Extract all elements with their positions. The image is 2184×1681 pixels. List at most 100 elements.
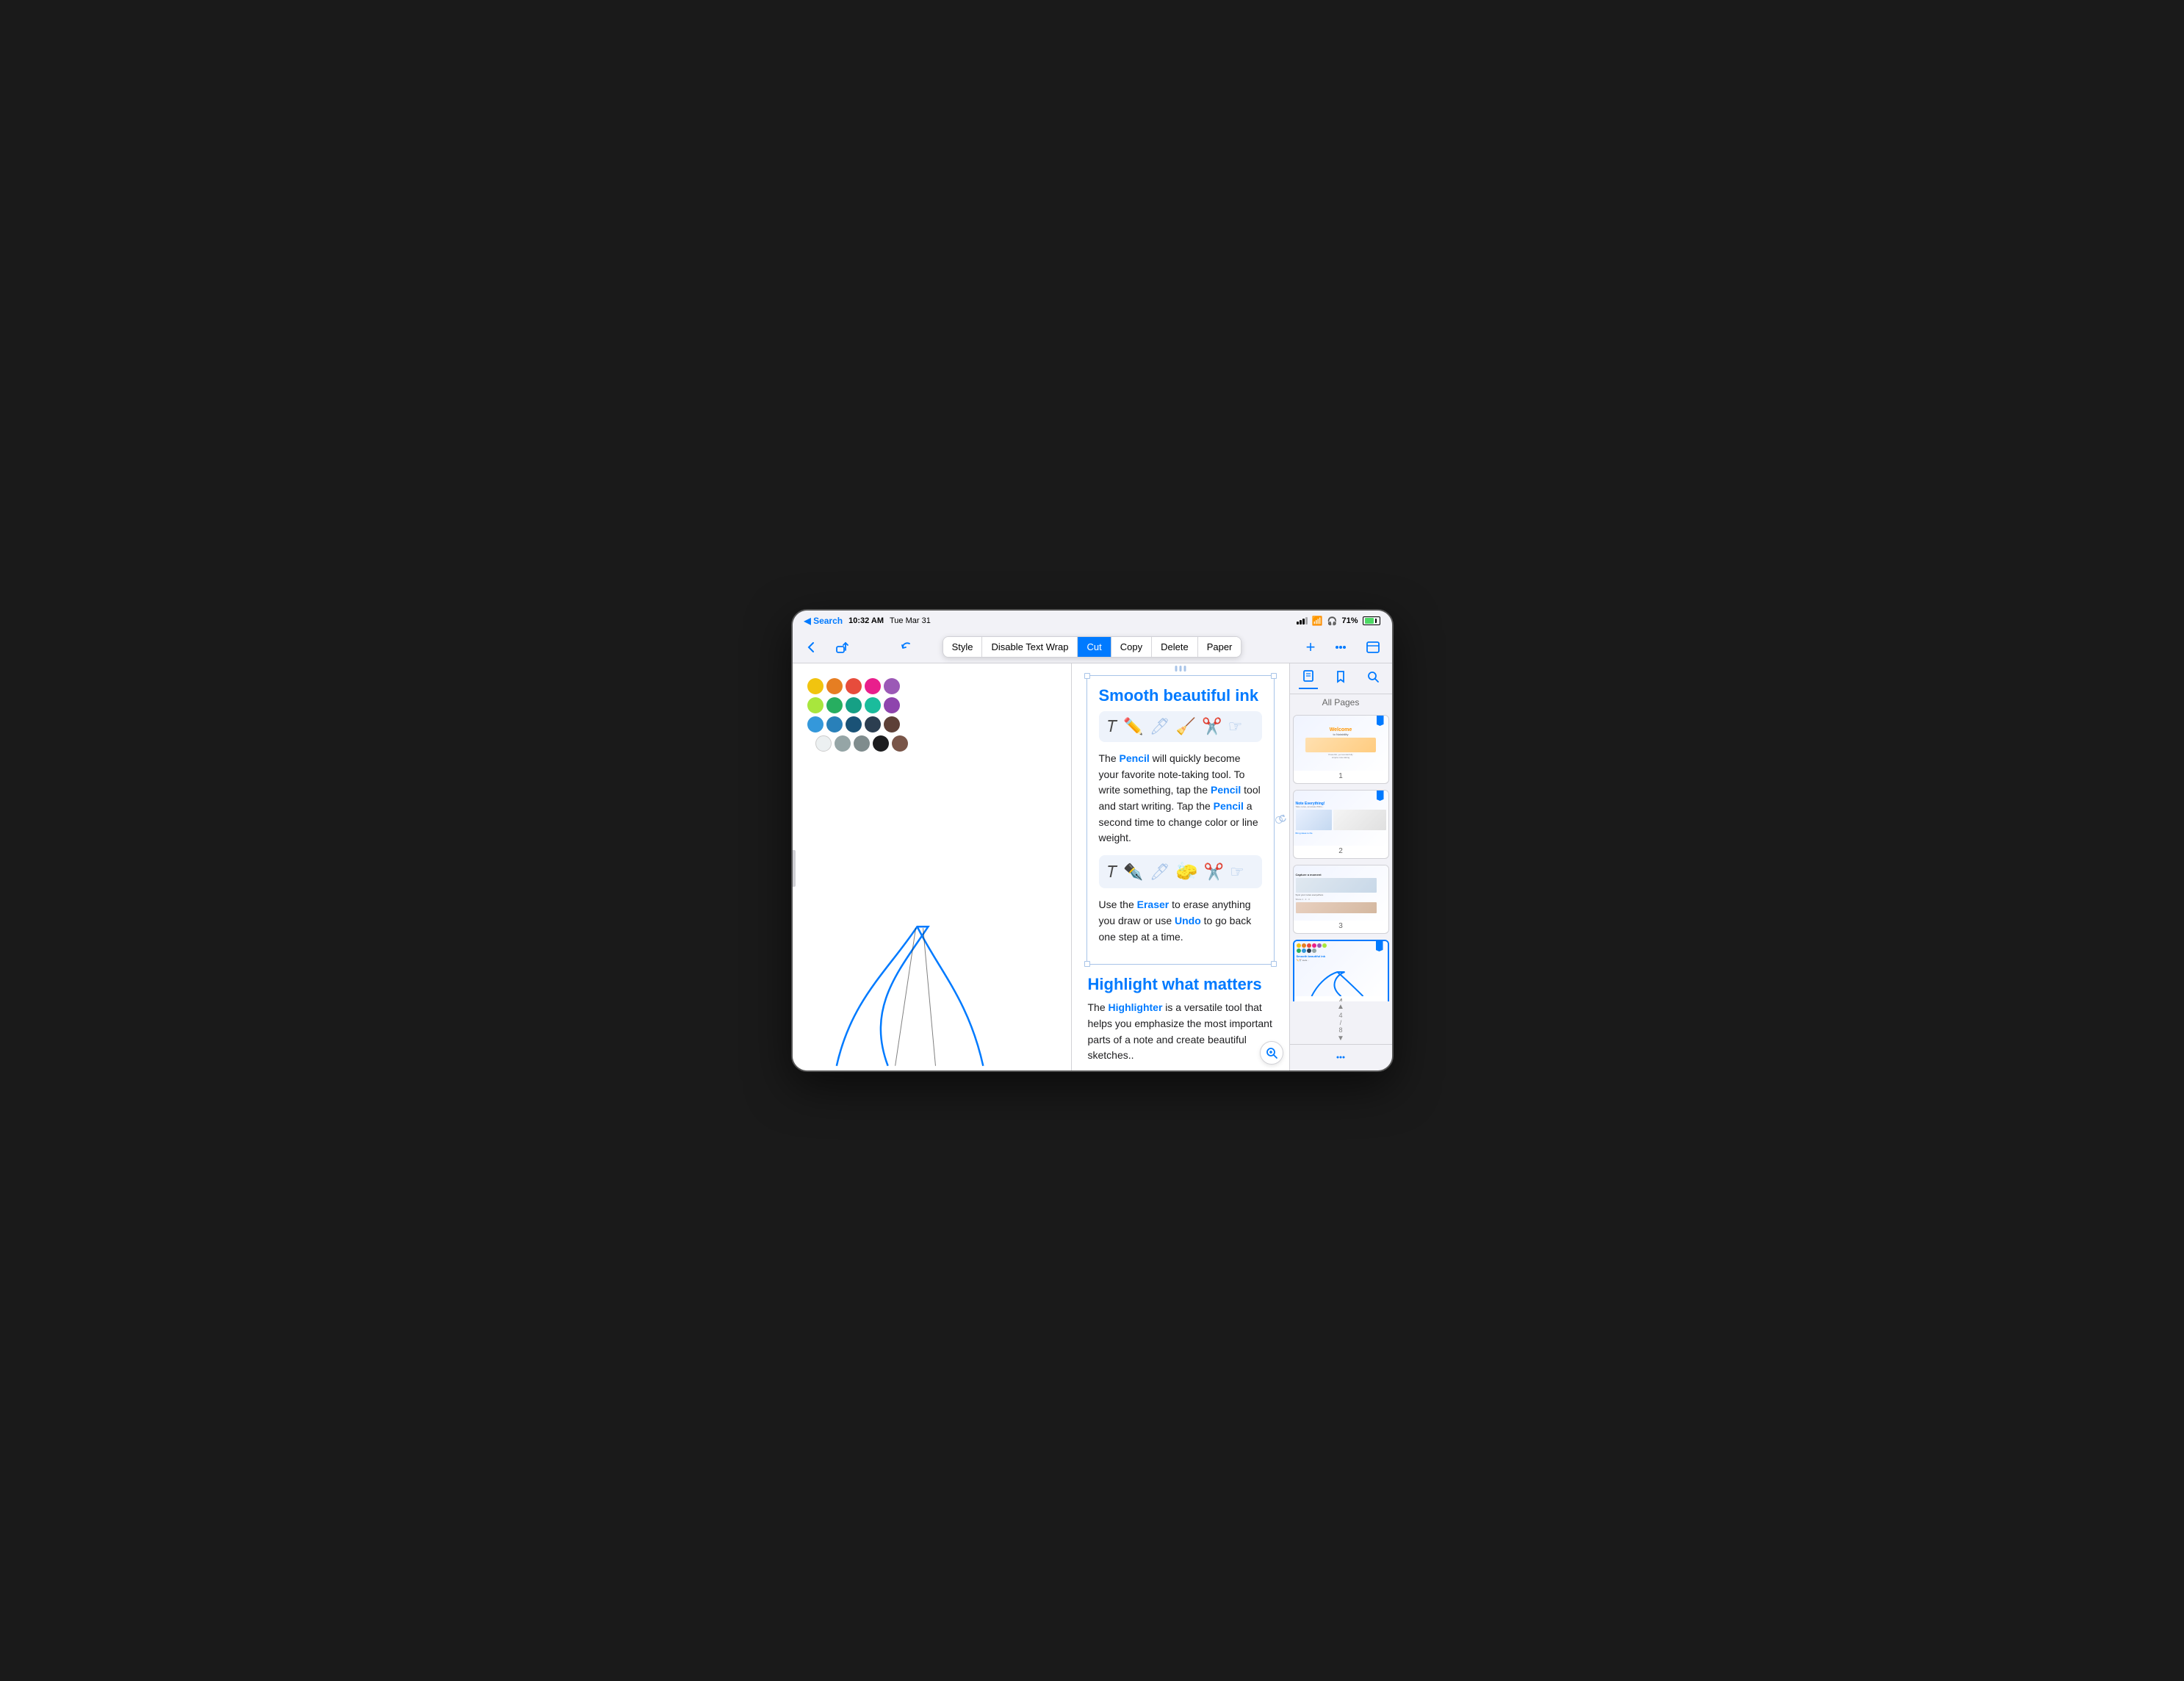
share-button[interactable]: [832, 638, 851, 657]
bookmark-1: [1377, 716, 1384, 726]
drawing-area: [793, 663, 1072, 1072]
undo-link[interactable]: Undo: [1175, 915, 1201, 926]
handle-bl: [1084, 961, 1090, 967]
thumb-img-2: Note Everything! Take notes, annotate PD…: [1294, 791, 1388, 846]
headphone-icon: 🎧: [1327, 616, 1338, 626]
page-thumb-3[interactable]: Capture a moment Sync your notes everywh…: [1293, 865, 1389, 934]
toolbar-left: [801, 638, 916, 657]
sidebar-toolbar: [1290, 663, 1392, 694]
eraser-link[interactable]: Eraser: [1137, 899, 1170, 910]
context-style[interactable]: Style: [943, 637, 983, 657]
status-bar: ◀ Search 10:32 AM Tue Mar 31 📶 🎧 71%: [793, 611, 1392, 631]
sidebar: All Pages Welcome to Notability Powerful…: [1289, 663, 1392, 1072]
context-disable-text-wrap[interactable]: Disable Text Wrap: [983, 637, 1078, 657]
page-thumb-2[interactable]: Note Everything! Take notes, annotate PD…: [1293, 790, 1389, 859]
context-paper[interactable]: Paper: [1198, 637, 1241, 657]
pencil-link-3[interactable]: Pencil: [1214, 800, 1244, 812]
color-gray[interactable]: [854, 735, 870, 752]
handle-br: [1271, 961, 1277, 967]
color-light-gray[interactable]: [835, 735, 851, 752]
curve-drawing: [793, 912, 1071, 1072]
sidebar-bookmark-icon[interactable]: [1331, 668, 1350, 689]
color-lightblue[interactable]: [807, 716, 823, 732]
battery-percent: 71%: [1341, 616, 1358, 625]
color-navy[interactable]: [846, 716, 862, 732]
color-palette: [807, 678, 925, 755]
pencil-link-1[interactable]: Pencil: [1120, 752, 1150, 764]
highlighter-link[interactable]: Highlighter: [1109, 1001, 1163, 1013]
back-nav[interactable]: ◀ Search: [804, 616, 843, 626]
color-dark[interactable]: [865, 716, 881, 732]
page-thumb-1[interactable]: Welcome to Notability Powerful, yet wond…: [1293, 715, 1389, 784]
page-thumb-4[interactable]: Smooth beautiful ink ✏️✂️ tools... 4: [1293, 940, 1389, 1001]
section1-eraser-body: Use the Eraser to erase anything you dra…: [1099, 897, 1262, 945]
color-tan[interactable]: [892, 735, 908, 752]
section1-title: Smooth beautiful ink: [1099, 686, 1262, 705]
sidebar-pages-icon[interactable]: [1299, 668, 1318, 689]
color-red[interactable]: [846, 678, 862, 694]
scroll-up-arrow[interactable]: ▲: [1337, 1003, 1344, 1011]
sidebar-bottom: [1290, 1044, 1392, 1072]
sidebar-more-button[interactable]: [1331, 1049, 1350, 1069]
battery-icon: [1363, 616, 1380, 625]
layout-button[interactable]: [1363, 637, 1383, 658]
app-toolbar: Style Disable Text Wrap Cut Copy Delete …: [793, 631, 1392, 663]
signal-icon: [1297, 617, 1308, 624]
rotate-icon: [1278, 813, 1287, 827]
tool-icons-row-2: 𝑇 ✒️ 🖊 🧽 ✂️ ☞: [1099, 855, 1262, 888]
thumb-num-1: 1: [1294, 771, 1388, 783]
content-area[interactable]: Smooth beautiful ink 𝑇 ✏️ 🖊 🧹 ✂️ ☞ The P…: [1072, 663, 1289, 1072]
toolbar-right: +: [1303, 635, 1383, 660]
section1-box[interactable]: Smooth beautiful ink 𝑇 ✏️ 🖊 🧹 ✂️ ☞ The P…: [1086, 675, 1275, 965]
color-green[interactable]: [826, 697, 843, 713]
context-delete[interactable]: Delete: [1152, 637, 1198, 657]
pencil-link-2[interactable]: Pencil: [1211, 784, 1241, 796]
more-button[interactable]: [1330, 637, 1351, 658]
page-thumbnails[interactable]: Welcome to Notability Powerful, yet wond…: [1290, 710, 1392, 1001]
handle-tl: [1084, 673, 1090, 679]
thumb-img-3: Capture a moment Sync your notes everywh…: [1294, 865, 1388, 921]
scroll-indicator: ▲ 4/8 ▼: [1290, 1001, 1392, 1044]
color-lime[interactable]: [807, 697, 823, 713]
tool-icons-row-1: 𝑇 ✏️ 🖊 🧹 ✂️ ☞: [1099, 711, 1262, 742]
wifi-icon: 📶: [1312, 616, 1323, 626]
color-violet[interactable]: [884, 697, 900, 713]
back-button[interactable]: [801, 638, 821, 657]
bookmark-2: [1377, 791, 1384, 801]
status-right: 📶 🎧 71%: [1297, 616, 1380, 626]
color-pink[interactable]: [865, 678, 881, 694]
color-orange[interactable]: [826, 678, 843, 694]
context-menu: Style Disable Text Wrap Cut Copy Delete …: [943, 636, 1242, 658]
context-cut[interactable]: Cut: [1078, 637, 1111, 657]
undo-button[interactable]: [897, 638, 916, 657]
ipad-device: ◀ Search 10:32 AM Tue Mar 31 📶 🎧 71%: [791, 609, 1394, 1072]
color-white[interactable]: [815, 735, 832, 752]
zoom-button[interactable]: [1260, 1041, 1283, 1065]
color-yellow[interactable]: [807, 678, 823, 694]
add-button[interactable]: +: [1303, 635, 1319, 660]
section2-body: The Highlighter is a versatile tool that…: [1088, 1000, 1273, 1064]
handle-tr: [1271, 673, 1277, 679]
thumb-img-1: Welcome to Notability Powerful, yet wond…: [1294, 716, 1388, 771]
left-scroll-marker: [793, 850, 796, 887]
sidebar-search-icon[interactable]: [1363, 668, 1383, 689]
status-left: ◀ Search 10:32 AM Tue Mar 31: [804, 616, 931, 626]
page-num-display: 4/8: [1338, 1012, 1342, 1034]
date: Tue Mar 31: [890, 616, 931, 625]
scroll-down-arrow[interactable]: ▼: [1337, 1034, 1344, 1043]
thumb-img-4: Smooth beautiful ink ✏️✂️ tools...: [1294, 941, 1388, 996]
color-black[interactable]: [873, 735, 889, 752]
color-purple[interactable]: [884, 678, 900, 694]
context-copy[interactable]: Copy: [1111, 637, 1152, 657]
color-mint[interactable]: [865, 697, 881, 713]
section1-body: The Pencil will quickly become your favo…: [1099, 751, 1262, 846]
section2-area: Highlight what matters The Highlighter i…: [1086, 975, 1275, 1072]
thumb-num-4: 4: [1294, 996, 1388, 1001]
main-layout: Smooth beautiful ink 𝑇 ✏️ 🖊 🧹 ✂️ ☞ The P…: [793, 663, 1392, 1072]
color-brown[interactable]: [884, 716, 900, 732]
color-blue[interactable]: [826, 716, 843, 732]
thumb-num-3: 3: [1294, 921, 1388, 933]
color-teal[interactable]: [846, 697, 862, 713]
drag-handle: [1175, 666, 1186, 672]
section2-title: Highlight what matters: [1088, 975, 1273, 994]
